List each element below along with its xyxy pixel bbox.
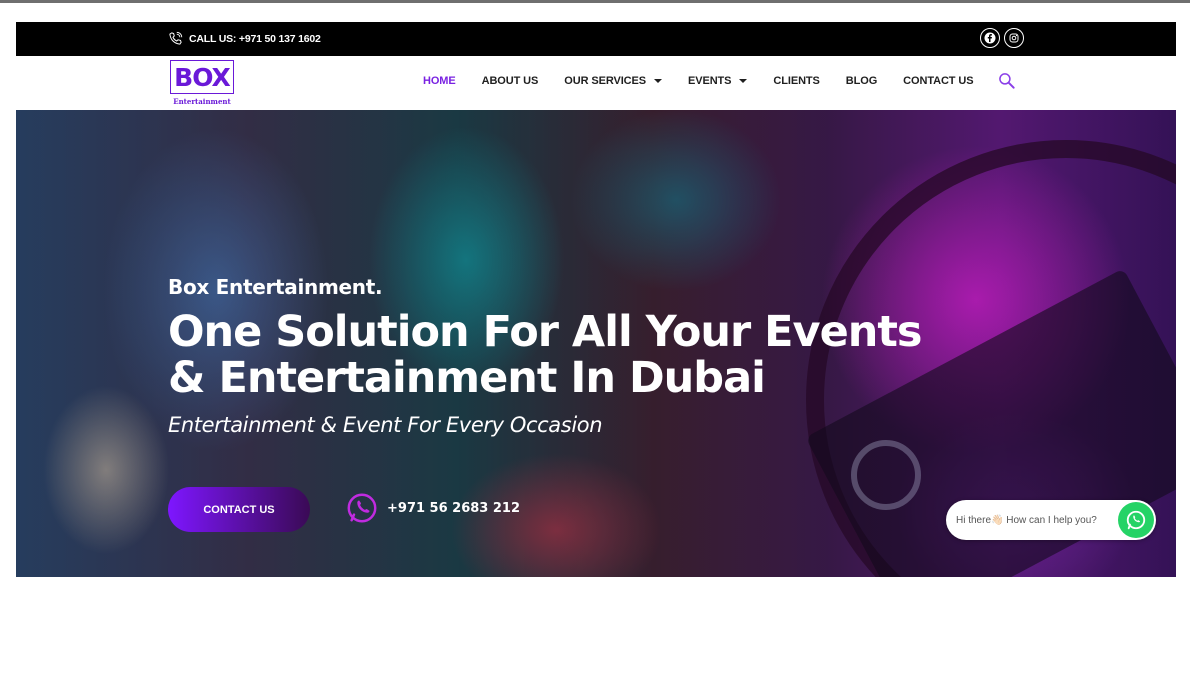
whatsapp-greeting: Hi there👋🏻 How can I help you?: [956, 514, 1097, 526]
nav-item-home[interactable]: HOME: [423, 75, 456, 87]
hero-text: Box Entertainment. One Solution For All …: [168, 275, 1048, 437]
whatsapp-chat-widget[interactable]: Hi there👋🏻 How can I help you?: [946, 500, 1156, 540]
hero-phone-number: +971 56 2683 212: [387, 500, 521, 516]
nav-item-label: EVENTS: [688, 75, 732, 87]
nav-item-blog[interactable]: BLOG: [846, 75, 877, 87]
main-navbar: BOX Entertainment HOME ABOUT US OUR SERV…: [16, 56, 1176, 110]
social-links: [980, 28, 1024, 48]
hero-headline-line: One Solution For All Your Events: [168, 307, 923, 357]
nav-menu: HOME ABOUT US OUR SERVICES EVENTS CLIENT…: [423, 56, 1017, 106]
contact-us-button-label: CONTACT US: [203, 503, 275, 516]
search-icon[interactable]: [997, 71, 1017, 91]
call-us-text: CALL US: +971 50 137 1602: [189, 32, 321, 45]
nav-item-contact-us[interactable]: CONTACT US: [903, 75, 973, 87]
contact-us-button[interactable]: CONTACT US: [168, 487, 310, 532]
hero-kicker: Box Entertainment.: [168, 275, 383, 299]
whatsapp-button[interactable]: [1118, 502, 1154, 538]
hero-phone-link[interactable]: +971 56 2683 212: [345, 491, 520, 525]
nav-item-label: BLOG: [845, 75, 878, 87]
hero-tagline: Entertainment & Event For Every Occasion: [168, 413, 603, 437]
nav-item-label: HOME: [423, 75, 456, 87]
hero-headline: One Solution For All Your Events & Enter…: [168, 309, 1048, 401]
logo-sub: Entertainment: [173, 97, 231, 106]
nav-item-label: ABOUT US: [481, 75, 539, 87]
nav-item-label: CONTACT US: [903, 75, 974, 87]
instagram-icon[interactable]: [1004, 28, 1024, 48]
whatsapp-icon: [1126, 510, 1146, 530]
nav-item-label: OUR SERVICES: [564, 75, 646, 87]
call-us[interactable]: CALL US: +971 50 137 1602: [168, 31, 321, 46]
logo-word: BOX: [170, 60, 234, 94]
browser-top-line: [0, 0, 1190, 3]
nav-item-clients[interactable]: CLIENTS: [773, 75, 819, 87]
nav-item-events[interactable]: EVENTS: [688, 75, 748, 87]
phone-icon: [169, 31, 183, 45]
chevron-down-icon: [654, 79, 662, 83]
nav-item-label: CLIENTS: [773, 75, 820, 87]
facebook-icon[interactable]: [980, 28, 1000, 48]
whatsapp-outline-icon: [347, 493, 377, 523]
chevron-down-icon: [739, 79, 748, 83]
nav-item-about-us[interactable]: ABOUT US: [482, 75, 539, 87]
site-logo[interactable]: BOX Entertainment: [170, 60, 234, 110]
top-bar: CALL US: +971 50 137 1602: [16, 22, 1176, 56]
nav-item-our-services[interactable]: OUR SERVICES: [564, 75, 662, 87]
hero-headline-line: & Entertainment In Dubai: [168, 353, 766, 403]
page: CALL US: +971 50 137 1602 BOX Entertainm…: [0, 0, 1190, 674]
